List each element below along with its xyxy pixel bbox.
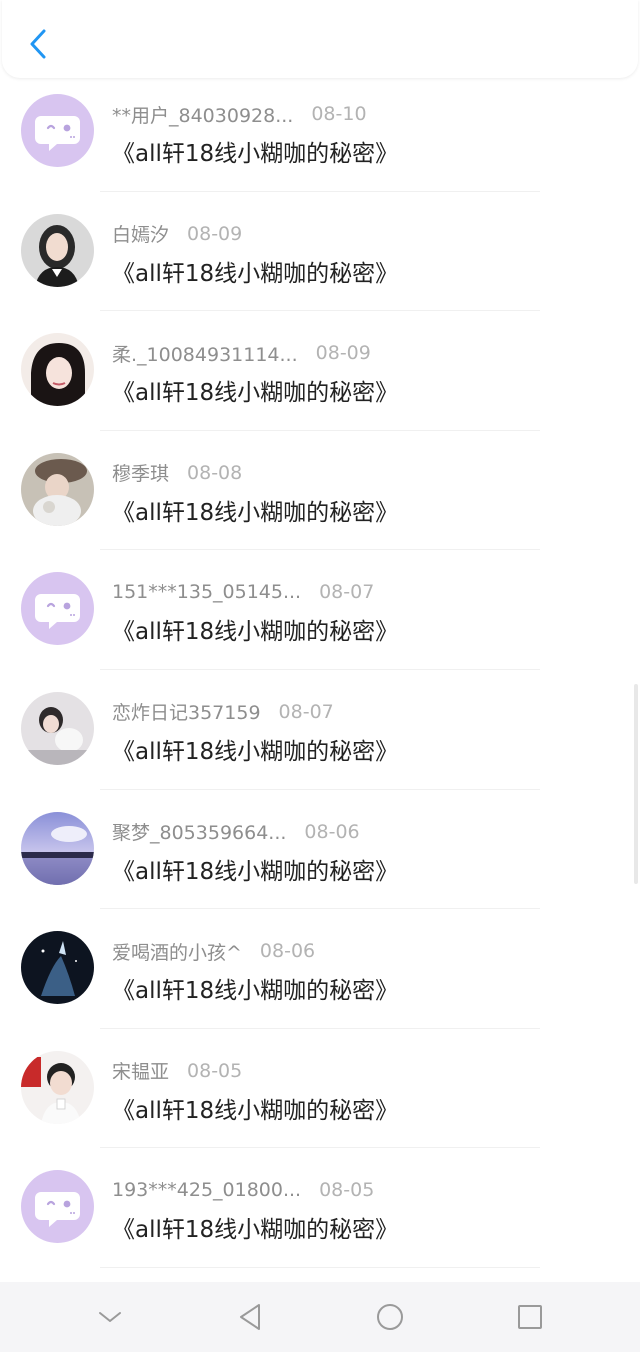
username[interactable]: **用户_84030928... [112,101,293,128]
list-item[interactable]: 恋炸日记357159 08-07 《all轩18线小糊咖的秘密》 [0,670,640,790]
chevron-left-icon [30,29,46,59]
comment-text: 《all轩18线小糊咖的秘密》 [112,141,399,167]
list-item[interactable]: 穆季琪 08-08 《all轩18线小糊咖的秘密》 [0,431,640,551]
list-item[interactable]: 爱喝酒的小孩^ 08-06 《all轩18线小糊咖的秘密》 [0,909,640,1029]
top-header [2,0,638,78]
username[interactable]: 恋炸日记357159 [112,698,261,725]
list-item[interactable]: 宋韫亚 08-05 《all轩18线小糊咖的秘密》 [0,1029,640,1149]
collapse-icon[interactable] [90,1297,130,1337]
comment-text: 《all轩18线小糊咖的秘密》 [112,858,399,885]
back-button[interactable] [20,24,56,64]
comment-meta: 151***135_05145... 08-07 [112,578,374,606]
home-circle-icon[interactable] [370,1297,410,1337]
user-avatar[interactable] [21,811,94,885]
list-item[interactable]: 151***135_05145... 08-07 《all轩18线小糊咖的秘密》 [0,550,640,670]
comment-date: 08-08 [187,461,243,484]
comment-text: 《all轩18线小糊咖的秘密》 [112,978,399,1005]
system-nav-bar [0,1282,640,1352]
comment-date: 08-06 [259,940,316,963]
comment-meta: 爱喝酒的小孩^ 08-06 [112,937,315,965]
comment-text: 《all轩18线小糊咖的秘密》 [112,619,399,646]
default-avatar-icon[interactable] [21,1170,94,1244]
list-item[interactable]: 193***425_01800... 08-05 《all轩18线小糊咖的秘密》 [0,1148,640,1268]
username[interactable]: 宋韫亚 [112,1057,169,1084]
comment-text: 《all轩18线小糊咖的秘密》 [112,1217,399,1244]
divider [100,1266,540,1268]
user-avatar[interactable] [21,333,94,407]
comment-date: 08-07 [319,581,375,604]
user-avatar[interactable] [21,931,94,1005]
user-avatar[interactable] [21,1050,94,1124]
username[interactable]: 爱喝酒的小孩^ [112,938,242,965]
username[interactable]: 聚梦_805359664... [112,818,286,845]
list-item[interactable]: 白嫣汐 08-09 《all轩18线小糊咖的秘密》 [0,192,640,312]
comment-date: 08-09 [315,342,371,365]
comment-meta: 白嫣汐 08-09 [112,220,242,248]
comment-meta: **用户_84030928... 08-10 [112,100,367,128]
recents-square-icon[interactable] [510,1297,550,1337]
comment-date: 08-09 [187,222,243,245]
default-avatar-icon[interactable] [21,94,94,167]
comment-text: 《all轩18线小糊咖的秘密》 [112,380,399,407]
comment-meta: 柔._10084931114... 08-09 [112,339,371,367]
back-triangle-icon[interactable] [230,1297,270,1337]
default-avatar-icon[interactable] [21,572,94,646]
comment-date: 08-05 [319,1179,375,1202]
comment-text: 《all轩18线小糊咖的秘密》 [112,738,399,765]
comment-date: 08-07 [278,700,334,723]
list-item[interactable]: 柔._10084931114... 08-09 《all轩18线小糊咖的秘密》 [0,311,640,431]
comment-list: **用户_84030928... 08-10 《all轩18线小糊咖的秘密》 白… [0,72,640,1268]
comment-date: 08-10 [311,103,367,125]
username[interactable]: 柔._10084931114... [112,340,298,367]
username[interactable]: 白嫣汐 [112,220,169,247]
comment-meta: 恋炸日记357159 08-07 [112,698,334,726]
comment-meta: 聚梦_805359664... 08-06 [112,818,360,846]
username[interactable]: 151***135_05145... [112,581,301,603]
comment-date: 08-05 [187,1059,243,1082]
user-avatar[interactable] [21,691,94,765]
comment-meta: 宋韫亚 08-05 [112,1057,242,1085]
user-avatar[interactable] [21,213,94,287]
username[interactable]: 193***425_01800... [112,1179,301,1201]
scrollbar[interactable] [634,684,638,884]
comment-text: 《all轩18线小糊咖的秘密》 [112,499,399,526]
user-avatar[interactable] [21,452,94,526]
username[interactable]: 穆季琪 [112,459,169,486]
list-item[interactable]: **用户_84030928... 08-10 《all轩18线小糊咖的秘密》 [0,72,640,192]
comment-date: 08-06 [304,820,360,843]
comment-meta: 193***425_01800... 08-05 [112,1176,374,1204]
comment-meta: 穆季琪 08-08 [112,459,242,487]
list-item[interactable]: 聚梦_805359664... 08-06 《all轩18线小糊咖的秘密》 [0,790,640,910]
comment-text: 《all轩18线小糊咖的秘密》 [112,1097,399,1124]
comment-text: 《all轩18线小糊咖的秘密》 [112,260,399,287]
